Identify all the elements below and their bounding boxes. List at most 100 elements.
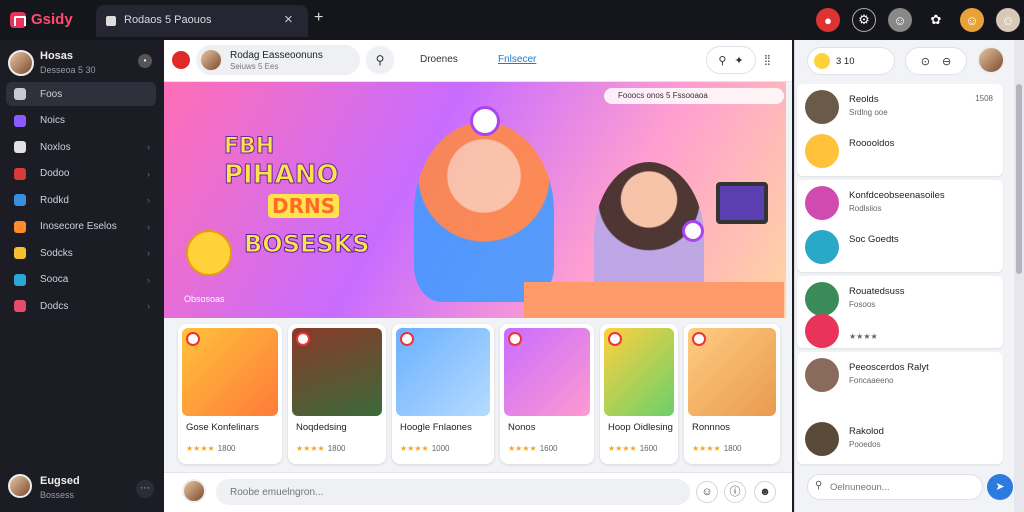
- feed-item[interactable]: Rakolod Pooedos: [805, 420, 995, 460]
- right-search-input[interactable]: [807, 474, 983, 500]
- avatar: [805, 134, 839, 168]
- nav-icon: [14, 141, 26, 153]
- feed-item[interactable]: ★★★★: [805, 312, 995, 352]
- sticker-icon[interactable]: ☻: [754, 481, 776, 503]
- sidebar-item[interactable]: Noxlos ›: [6, 135, 156, 159]
- sidebar-item[interactable]: Foos: [6, 82, 156, 106]
- send-button[interactable]: ➤: [987, 474, 1013, 500]
- sidebar-item[interactable]: Dodoo ›: [6, 162, 156, 186]
- card-badge-icon: [400, 332, 414, 346]
- content-card[interactable]: Gose Konfelinars ★★★★ 1800: [178, 324, 282, 464]
- avatar: [805, 358, 839, 392]
- hero-banner[interactable]: Fooocs onos 5 Fssooaoa FBH PIHANO DRNS B…: [164, 82, 786, 318]
- rating-count: 1600: [539, 444, 558, 453]
- sidebar-item[interactable]: Dodcs ›: [6, 294, 156, 318]
- feed-card[interactable]: Peeoscerdos Ralyt Foncaaeeno Rakolod Pooedo…: [797, 352, 1003, 464]
- feed-card[interactable]: Reolds Srdlng ooe 1508 Rooooldos: [797, 84, 1003, 176]
- chevron-right-icon: ›: [147, 274, 150, 285]
- sidebar-nav: Foos Noics Noxlos › Dodoo › Rodkd › Inosecore Es…: [6, 82, 156, 321]
- emoji-icon[interactable]: ☺: [696, 481, 718, 503]
- new-tab-button[interactable]: +: [314, 9, 323, 27]
- composer-input[interactable]: [216, 479, 690, 505]
- apps-icon[interactable]: ✿: [924, 8, 948, 32]
- avatar: [8, 474, 32, 498]
- magic-icon[interactable]: ✦: [734, 54, 743, 67]
- hero-caption: Obsosoas: [184, 294, 225, 304]
- sidebar-profile[interactable]: Hosas Desseoa 5 30 •: [6, 48, 158, 82]
- hero-monitor-illustration: [716, 182, 768, 224]
- header-actions[interactable]: ⚲ ✦: [706, 46, 756, 74]
- sidebar-item[interactable]: Inosecore Eselos ›: [6, 215, 156, 239]
- profile-menu-icon[interactable]: •: [138, 54, 152, 68]
- nav-icon: [14, 247, 26, 259]
- feed-item-name: Rooooldos: [849, 138, 895, 149]
- card-rating: ★★★★ 1800: [296, 444, 345, 453]
- settings-gear-icon[interactable]: ⚙: [852, 8, 876, 32]
- user-search-icon[interactable]: ⚲: [718, 54, 726, 67]
- sidebar-item[interactable]: Noics: [6, 109, 156, 133]
- feed-item[interactable]: Reolds Srdlng ooe 1508: [805, 88, 995, 128]
- chevron-right-icon: ›: [147, 142, 150, 152]
- composer-bar: ☺ ⓘ ☻: [164, 472, 792, 512]
- brand[interactable]: Gsidy: [10, 11, 73, 28]
- notification-icon[interactable]: ●: [816, 8, 840, 32]
- sidebar-item[interactable]: Rodkd ›: [6, 188, 156, 212]
- nav-icon: [14, 220, 26, 233]
- sidebar-item-label: Foos: [40, 88, 63, 100]
- card-title: Gose Konfelinars: [186, 422, 259, 433]
- card-badge-icon: [296, 332, 310, 346]
- sidebar-item[interactable]: Sodcks ›: [6, 241, 156, 265]
- profile-avatar-icon[interactable]: ☺: [888, 8, 912, 32]
- card-title: Ronnnos: [692, 422, 731, 433]
- feed-item[interactable]: Soc Goedts: [805, 228, 995, 268]
- avatar: [805, 230, 839, 264]
- channel-chip[interactable]: Rodag Easseoonuns Seiuws 5 Ees: [196, 45, 360, 75]
- scrollbar[interactable]: [1014, 40, 1024, 512]
- sidebar-item-label: Noxlos: [40, 141, 71, 153]
- feed-card[interactable]: Rouatedsuss Fosoos ★★★★: [797, 276, 1003, 348]
- footer-menu-icon[interactable]: ⋯: [136, 480, 154, 498]
- tab-close-icon[interactable]: ×: [284, 11, 293, 28]
- content-card[interactable]: Hoop Oidlesing ★★★★ 1600: [600, 324, 678, 464]
- card-title: Hoop Oidlesing: [608, 422, 673, 433]
- info-icon[interactable]: ⓘ: [724, 481, 746, 503]
- app-logo-icon[interactable]: [172, 51, 190, 69]
- search-icon[interactable]: ⚲: [366, 46, 394, 74]
- smiley-icon: [186, 230, 232, 276]
- browser-tab[interactable]: Rodaos 5 Paouos ×: [96, 5, 308, 37]
- feed-item[interactable]: Rooooldos: [805, 132, 995, 172]
- sidebar-item[interactable]: Sooca ›: [6, 268, 156, 292]
- content-card[interactable]: Ronnnos ★★★★ 1800: [684, 324, 780, 464]
- rating-count: 1000: [431, 444, 450, 453]
- card-rating: ★★★★ 1600: [608, 444, 657, 453]
- scrollbar-thumb[interactable]: [1016, 84, 1022, 274]
- sidebar-user-footer[interactable]: Eugsed Bossess ⋯: [6, 472, 158, 506]
- feed-card[interactable]: Konfdceobseenasoiles Rodlsiios Soc Goedts: [797, 180, 1003, 272]
- card-rating: ★★★★ 1800: [692, 444, 741, 453]
- right-chip[interactable]: 3 10: [807, 47, 895, 75]
- card-rating: ★★★★ 1000: [400, 444, 449, 453]
- nav-icon: [14, 273, 26, 286]
- avatar[interactable]: [977, 46, 1005, 74]
- top-right-icons: ● ⚙ ☺ ✿ ☺ ☺: [816, 8, 1020, 32]
- content-card[interactable]: Hoogle Fnlaones ★★★★ 1000: [392, 324, 494, 464]
- hero-badge: Fooocs onos 5 Fssooaoa: [604, 88, 784, 104]
- content-card[interactable]: Noqdedsing ★★★★ 1800: [288, 324, 386, 464]
- avatar: [805, 314, 839, 348]
- user-avatar-icon[interactable]: ☺: [960, 8, 984, 32]
- browser-topbar: Gsidy Rodaos 5 Paouos × + ● ⚙ ☺ ✿ ☺ ☺: [0, 0, 1024, 40]
- chevron-right-icon: ›: [147, 221, 150, 232]
- rating-stars: ★★★★: [508, 444, 537, 453]
- minus-circle-icon[interactable]: ⊖: [942, 55, 951, 68]
- tab-fnlsecer[interactable]: Fnlsecer: [498, 54, 536, 65]
- more-menu-icon[interactable]: ⁞⁞: [764, 52, 771, 68]
- right-controls[interactable]: ⊙ ⊖: [905, 47, 967, 75]
- clock-icon[interactable]: ⊙: [921, 55, 930, 68]
- tab-droenes[interactable]: Droenes: [420, 54, 458, 65]
- sidebar-item-label: Sodcks: [40, 247, 73, 259]
- feed-item-name: Rouatedsuss: [849, 286, 905, 297]
- account-avatar-icon[interactable]: ☺: [996, 8, 1020, 32]
- feed-item[interactable]: Peeoscerdos Ralyt Foncaaeeno: [805, 356, 995, 396]
- content-card[interactable]: Nonos ★★★★ 1600: [500, 324, 594, 464]
- feed-item[interactable]: Konfdceobseenasoiles Rodlsiios: [805, 184, 995, 224]
